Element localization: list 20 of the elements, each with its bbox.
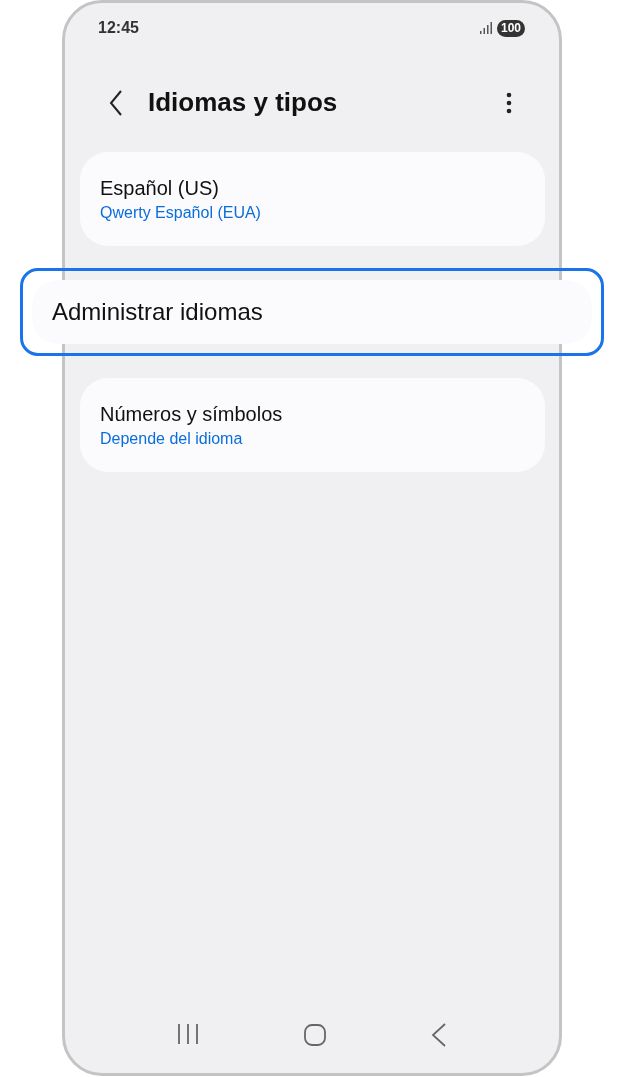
item-subtitle: Depende del idioma — [100, 429, 243, 449]
recent-apps-icon — [177, 1023, 199, 1045]
list-item[interactable]: Español (US) Qwerty Español (EUA) — [80, 152, 545, 246]
list-item[interactable]: Administrar idiomas — [32, 280, 592, 344]
back-nav-button[interactable] — [431, 1023, 447, 1047]
list-item[interactable]: Números y símbolos Depende del idioma — [80, 378, 545, 472]
signal-icon — [478, 22, 493, 34]
back-icon — [109, 89, 123, 116]
battery-level: 100 — [496, 19, 525, 37]
status-time: 12:45 — [98, 18, 139, 38]
item-title: Español (US) — [100, 176, 219, 201]
item-title: Números y símbolos — [100, 402, 283, 427]
more-options-icon — [506, 91, 512, 114]
page-title: Idiomas y tipos — [148, 86, 338, 119]
home-icon — [303, 1023, 327, 1047]
item-title: Administrar idiomas — [52, 297, 263, 327]
recent-apps-button[interactable] — [177, 1023, 199, 1045]
home-button[interactable] — [303, 1023, 327, 1047]
back-icon — [431, 1023, 447, 1047]
item-subtitle: Qwerty Español (EUA) — [100, 203, 261, 223]
